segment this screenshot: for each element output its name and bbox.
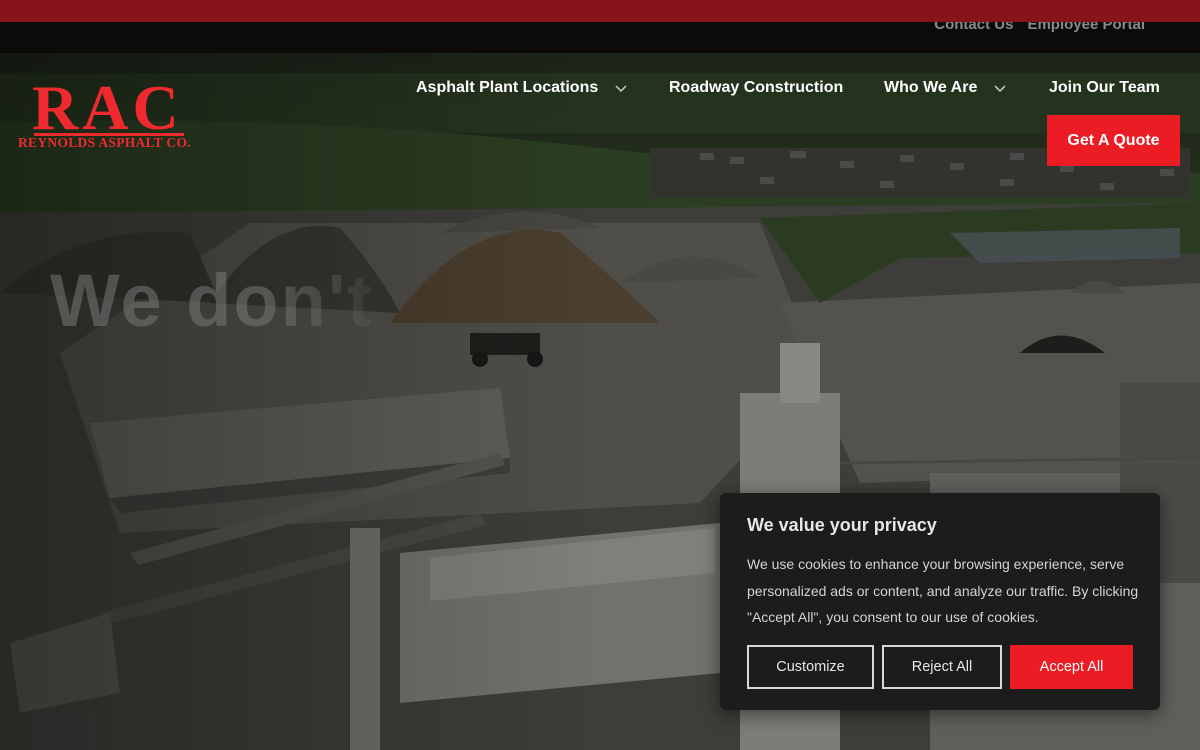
get-a-quote-button[interactable]: Get A Quote bbox=[1047, 115, 1180, 166]
nav-label: Asphalt Plant Locations bbox=[416, 79, 599, 96]
logo-letters: RAC bbox=[32, 72, 183, 143]
nav-item-who-we-are[interactable]: Who We Are bbox=[884, 79, 1007, 97]
nav-item-asphalt-plant-locations[interactable]: Asphalt Plant Locations bbox=[416, 79, 628, 97]
utility-link-contact[interactable]: Contact Us bbox=[934, 22, 1013, 33]
nav-item-join-our-team[interactable]: Join Our Team bbox=[1049, 79, 1160, 97]
cookie-consent-dialog: We value your privacy We use cookies to … bbox=[720, 493, 1160, 710]
nav-item-roadway-construction[interactable]: Roadway Construction bbox=[669, 79, 843, 97]
top-accent-bar bbox=[0, 0, 1200, 22]
utility-bar: Contact Us Employee Portal bbox=[0, 22, 1200, 53]
accept-all-button[interactable]: Accept All bbox=[1010, 645, 1133, 689]
hero-headline: We don't bbox=[50, 259, 375, 342]
logo-company-name: REYNOLDS ASPHALT CO. bbox=[18, 135, 191, 150]
nav-label: Who We Are bbox=[884, 79, 978, 96]
reject-all-button[interactable]: Reject All bbox=[882, 645, 1002, 689]
utility-link-employee-portal[interactable]: Employee Portal bbox=[1027, 22, 1145, 33]
cookie-description: We use cookies to enhance your browsing … bbox=[747, 556, 1139, 625]
cookie-title: We value your privacy bbox=[747, 515, 937, 535]
site-logo[interactable]: RAC REYNOLDS ASPHALT CO. bbox=[18, 72, 203, 154]
nav-label: Roadway Construction bbox=[669, 79, 844, 96]
chevron-down-icon bbox=[615, 85, 627, 93]
nav-label: Join Our Team bbox=[1049, 79, 1160, 96]
chevron-down-icon bbox=[994, 85, 1006, 93]
customize-button[interactable]: Customize bbox=[747, 645, 874, 689]
